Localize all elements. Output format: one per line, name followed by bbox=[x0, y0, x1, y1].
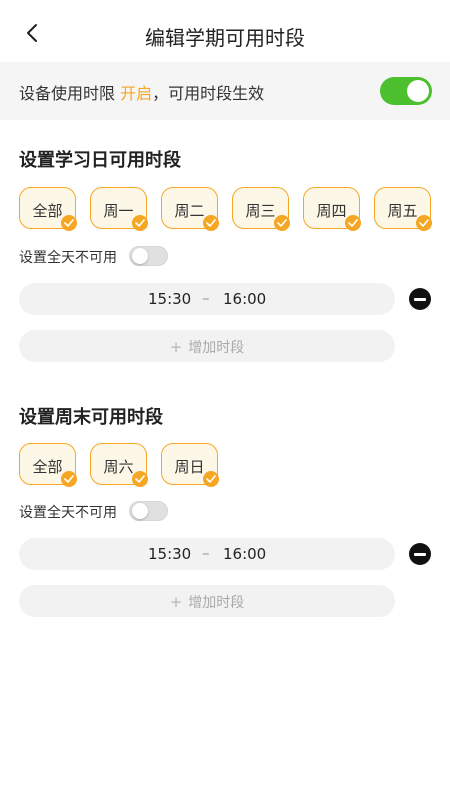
weekday-chip-wed[interactable]: 周三 bbox=[232, 187, 290, 231]
weekend-remove-slot-icon[interactable] bbox=[409, 543, 431, 565]
slot-end-time[interactable]: 16:00 bbox=[223, 545, 266, 563]
slot-end-time[interactable]: 16:00 bbox=[223, 290, 266, 308]
toggle-knob bbox=[407, 80, 429, 102]
header-bar: 编辑学期可用时段 bbox=[0, 0, 450, 62]
slot-dash: – bbox=[202, 544, 210, 562]
weekend-chip-all[interactable]: 全部 bbox=[19, 443, 77, 487]
weekday-chip-thu[interactable]: 周四 bbox=[303, 187, 361, 231]
check-icon bbox=[274, 215, 290, 231]
weekday-time-slot[interactable]: 15:30 – 16:00 bbox=[19, 283, 395, 315]
minus-bar bbox=[414, 297, 426, 301]
weekend-section-title: 设置周末可用时段 bbox=[19, 407, 163, 428]
weekend-time-slot[interactable]: 15:30 – 16:00 bbox=[19, 538, 395, 570]
check-icon bbox=[416, 215, 432, 231]
check-icon bbox=[132, 215, 148, 231]
limit-prefix: 设备使用时限 bbox=[19, 84, 121, 103]
limit-suffix: ，可用时段生效 bbox=[152, 84, 265, 103]
weekday-section-title: 设置学习日可用时段 bbox=[19, 150, 181, 171]
check-icon bbox=[61, 215, 77, 231]
add-slot-label: 增加时段 bbox=[188, 340, 245, 356]
limit-status: 开启 bbox=[120, 84, 153, 103]
weekday-chip-mon[interactable]: 周一 bbox=[90, 187, 148, 231]
add-slot-content: + 增加时段 bbox=[19, 337, 395, 357]
weekday-add-slot-button[interactable]: + 增加时段 bbox=[19, 330, 395, 362]
toggle-knob bbox=[132, 248, 148, 264]
add-slot-content: + 增加时段 bbox=[19, 592, 395, 612]
weekday-remove-slot-icon[interactable] bbox=[409, 288, 431, 310]
weekend-chip-sun[interactable]: 周日 bbox=[161, 443, 219, 487]
check-icon bbox=[203, 215, 219, 231]
page-title: 编辑学期可用时段 bbox=[145, 26, 305, 50]
minus-bar bbox=[414, 552, 426, 556]
weekday-chip-fri[interactable]: 周五 bbox=[374, 187, 432, 231]
weekend-all-day-label: 设置全天不可用 bbox=[19, 505, 117, 521]
plus-icon: + bbox=[169, 338, 183, 356]
check-icon bbox=[345, 215, 361, 231]
check-icon bbox=[61, 471, 77, 487]
toggle-knob bbox=[132, 503, 148, 519]
slot-start-time[interactable]: 15:30 bbox=[148, 290, 191, 308]
weekday-all-day-label: 设置全天不可用 bbox=[19, 250, 117, 266]
weekend-add-slot-button[interactable]: + 增加时段 bbox=[19, 585, 395, 617]
slot-start-time[interactable]: 15:30 bbox=[148, 545, 191, 563]
weekday-chip-all[interactable]: 全部 bbox=[19, 187, 77, 231]
weekend-all-day-toggle[interactable] bbox=[129, 501, 168, 521]
device-limit-text: 设备使用时限 开启，可用时段生效 bbox=[19, 80, 264, 104]
device-limit-toggle[interactable] bbox=[380, 77, 432, 105]
slot-dash: – bbox=[202, 289, 210, 307]
check-icon bbox=[203, 471, 219, 487]
check-icon bbox=[132, 471, 148, 487]
weekday-chip-tue[interactable]: 周二 bbox=[161, 187, 219, 231]
weekday-all-day-toggle[interactable] bbox=[129, 246, 168, 266]
plus-icon: + bbox=[169, 593, 183, 611]
weekend-chip-sat[interactable]: 周六 bbox=[90, 443, 148, 487]
add-slot-label: 增加时段 bbox=[188, 595, 245, 611]
